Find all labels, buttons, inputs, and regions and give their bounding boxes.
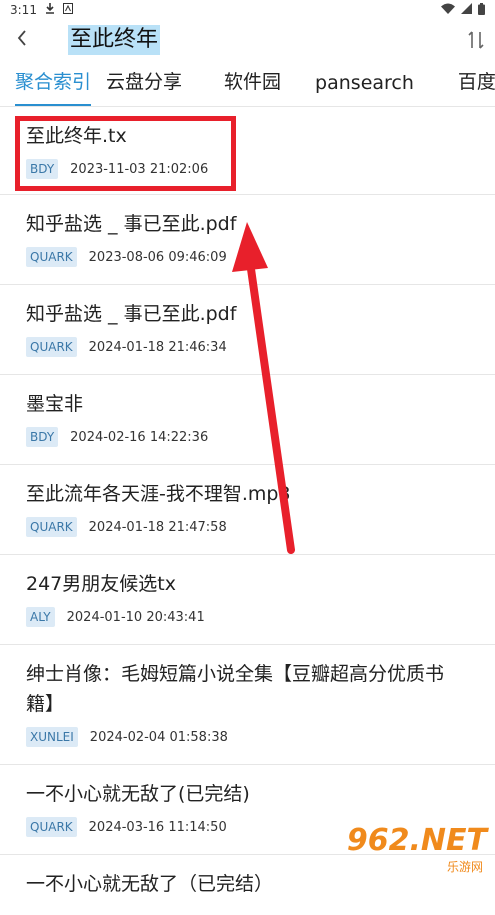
source-tabs: 聚合索引 云盘分享 软件园 pansearch 百度	[0, 60, 495, 107]
sort-arrows-icon	[467, 31, 485, 54]
battery-icon	[478, 2, 485, 18]
list-item[interactable]: 墨宝非 BDY 2024-02-16 14:22:36	[0, 375, 495, 465]
list-item[interactable]: 247男朋友候选tx ALY 2024-01-10 20:43:41	[0, 555, 495, 645]
notification-icon	[62, 3, 73, 17]
list-item[interactable]: 至此终年.tx BDY 2023-11-03 21:02:06	[0, 107, 495, 195]
result-name: 至此流年各天涯-我不理智.mp3	[26, 483, 291, 505]
tab-pansearch[interactable]: pansearch	[315, 72, 414, 106]
signal-icon	[461, 3, 472, 17]
source-badge: XUNLEI	[26, 727, 78, 747]
result-date: 2024-02-16 14:22:36	[70, 429, 209, 445]
back-button[interactable]	[2, 20, 42, 60]
list-item[interactable]: 至此流年各天涯-我不理智.mp3 QUARK 2024-01-18 21:47:…	[0, 465, 495, 555]
source-badge: ALY	[26, 607, 55, 627]
result-name: 一不小心就无敌了(已完结)	[26, 783, 250, 805]
result-name: 至此终年.tx	[26, 125, 127, 147]
source-badge: BDY	[26, 159, 59, 179]
result-date: 2024-01-18 21:47:58	[88, 519, 227, 535]
result-name: 绅士肖像：毛姆短篇小说全集【豆瓣超高分优质书籍】	[26, 663, 445, 715]
list-item[interactable]: 知乎盐选 _ 事已至此.pdf QUARK 2024-01-18 21:46:3…	[0, 285, 495, 375]
list-item[interactable]: 一不小心就无敌了（已完结）	[0, 855, 495, 915]
source-badge: QUARK	[26, 517, 77, 537]
tab-aggregate[interactable]: 聚合索引	[15, 67, 92, 106]
list-item[interactable]: 绅士肖像：毛姆短篇小说全集【豆瓣超高分优质书籍】 XUNLEI 2024-02-…	[0, 645, 495, 765]
result-name: 247男朋友候选tx	[26, 573, 176, 595]
status-time: 3:11	[10, 3, 37, 17]
source-badge: BDY	[26, 427, 59, 447]
download-icon	[45, 3, 55, 17]
chevron-left-icon	[16, 29, 28, 51]
result-date: 2023-08-06 09:46:09	[88, 249, 227, 265]
result-name: 墨宝非	[26, 393, 84, 415]
tab-software-park[interactable]: 软件园	[224, 67, 281, 106]
result-date: 2024-01-10 20:43:41	[66, 609, 205, 625]
results-list: 至此终年.tx BDY 2023-11-03 21:02:06 知乎盐选 _ 事…	[0, 107, 495, 915]
status-bar: 3:11	[0, 0, 495, 20]
wifi-icon	[441, 3, 455, 17]
result-date: 2024-02-04 01:58:38	[89, 729, 228, 745]
list-item[interactable]: 一不小心就无敌了(已完结) QUARK 2024-03-16 11:14:50	[0, 765, 495, 855]
source-badge: QUARK	[26, 817, 77, 837]
tab-cloud-share[interactable]: 云盘分享	[106, 67, 182, 106]
source-badge: QUARK	[26, 247, 77, 267]
result-name: 知乎盐选 _ 事已至此.pdf	[26, 213, 237, 235]
list-item[interactable]: 知乎盐选 _ 事已至此.pdf QUARK 2023-08-06 09:46:0…	[0, 195, 495, 285]
source-badge: QUARK	[26, 337, 77, 357]
app-bar: 至此终年	[0, 20, 495, 60]
result-name: 知乎盐选 _ 事已至此.pdf	[26, 303, 237, 325]
result-date: 2023-11-03 21:02:06	[70, 161, 209, 177]
tab-baidu[interactable]: 百度	[458, 67, 495, 106]
search-query-title[interactable]: 至此终年	[68, 25, 161, 55]
result-date: 2024-01-18 21:46:34	[88, 339, 227, 355]
sort-button[interactable]	[467, 30, 485, 54]
result-name: 一不小心就无敌了（已完结）	[26, 873, 274, 895]
result-date: 2024-03-16 11:14:50	[88, 819, 227, 835]
